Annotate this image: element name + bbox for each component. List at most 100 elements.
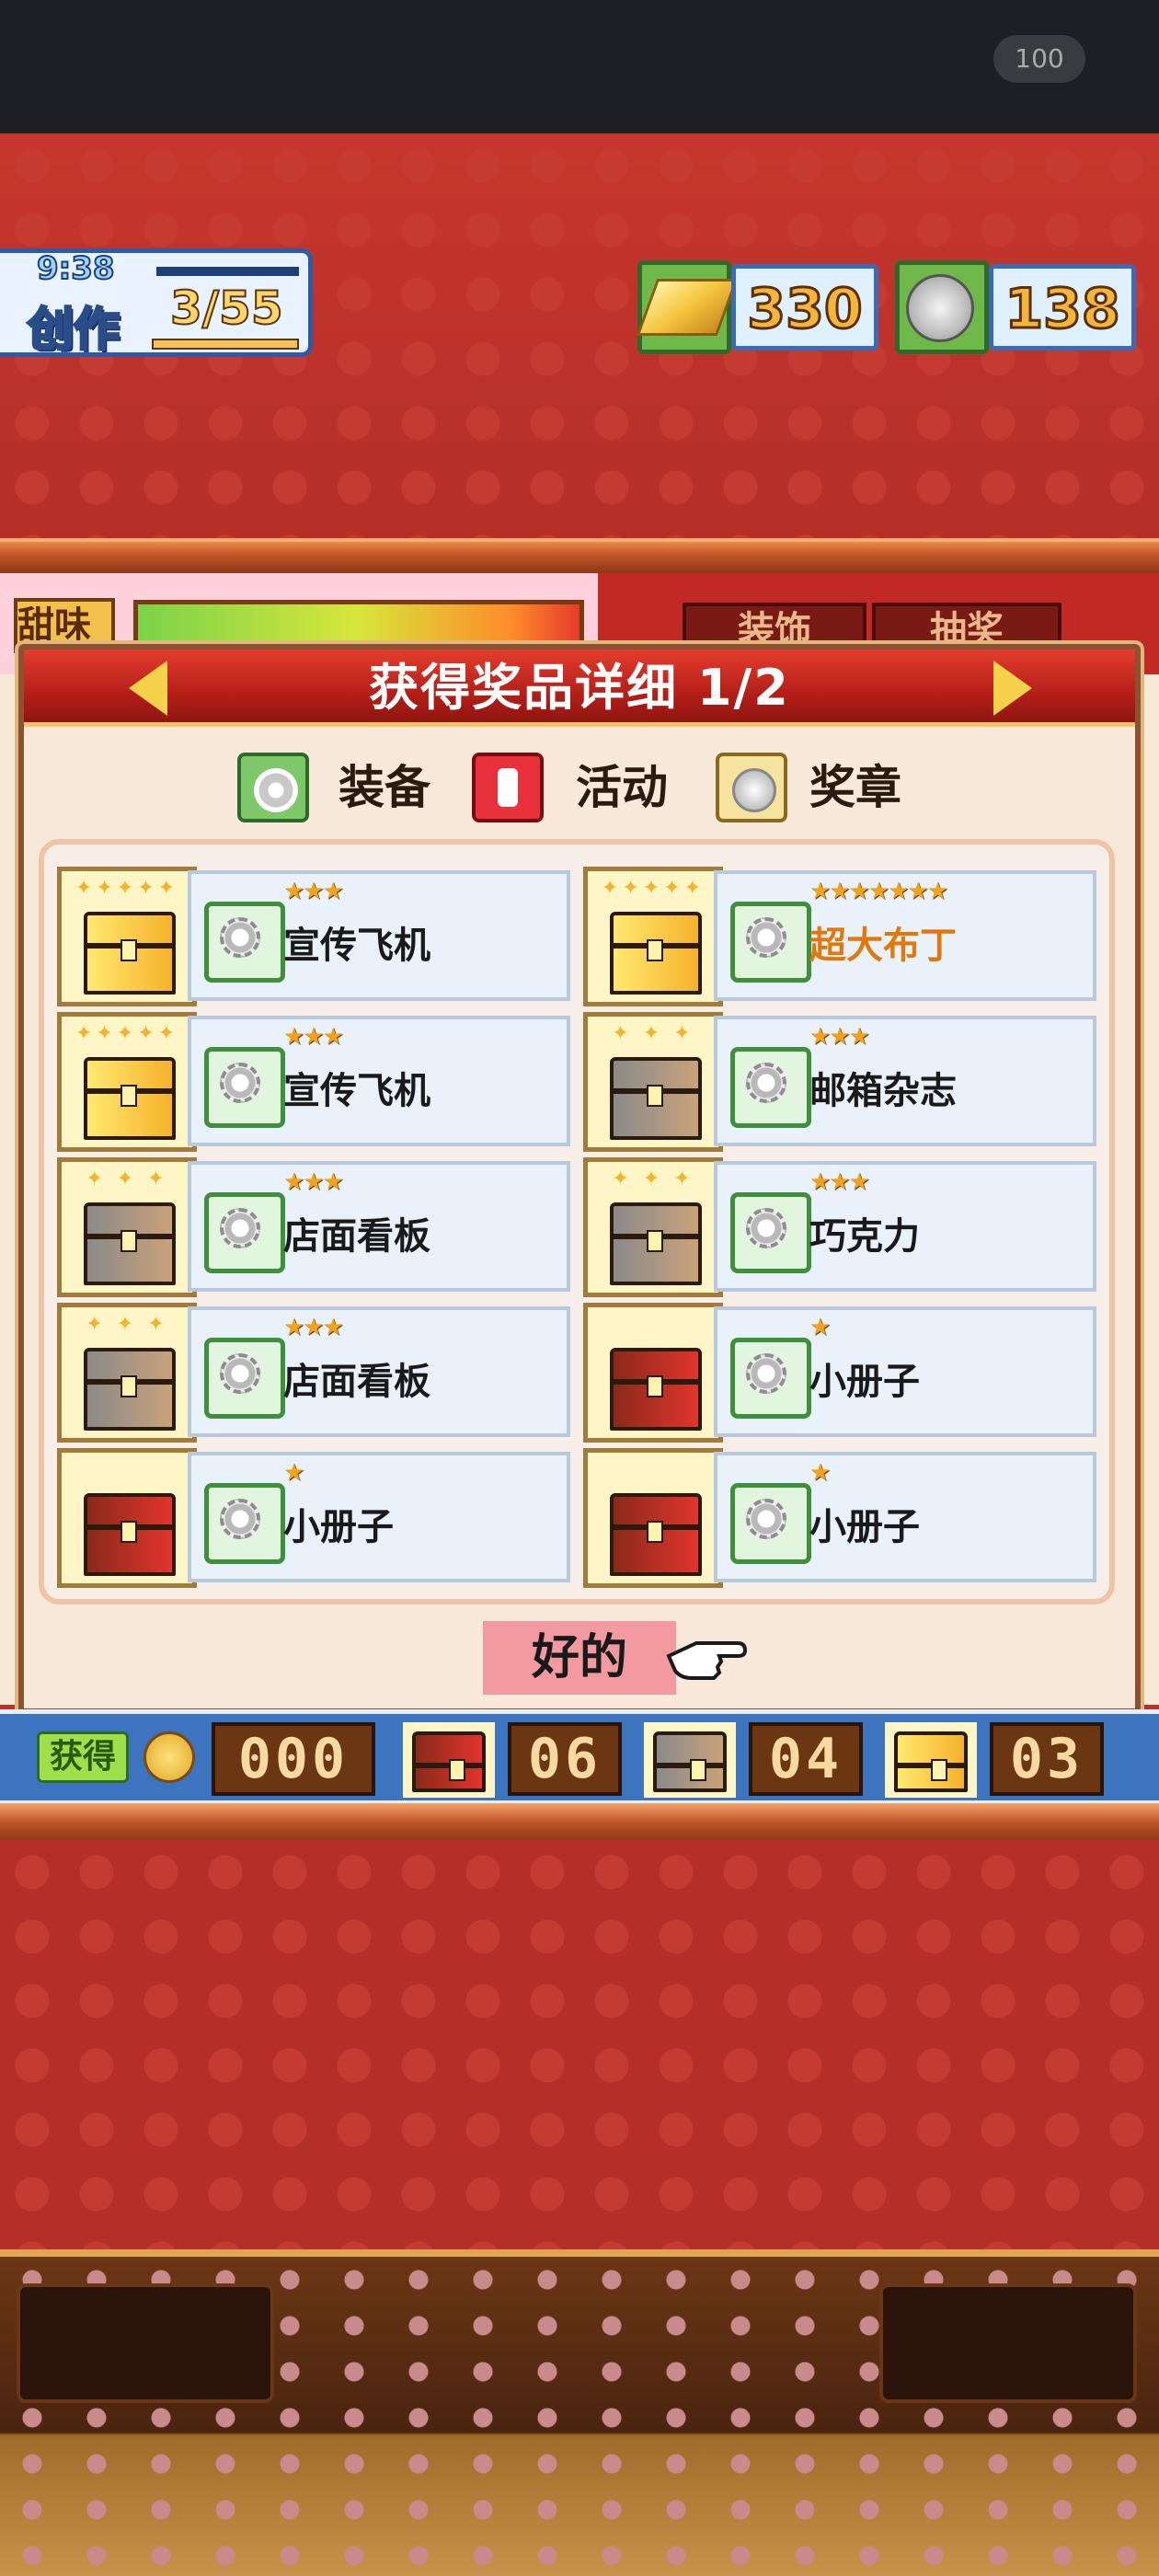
prize-info: ★★★★★★★ 超大布丁 (714, 870, 1096, 1001)
prize-info: ★★★ 宣传飞机 (188, 870, 570, 1001)
next-page-arrow-icon[interactable] (993, 661, 1032, 716)
medal-icon (906, 274, 974, 342)
flavor-gauge (133, 600, 584, 650)
silver-chest-count: 04 (749, 1722, 863, 1796)
equipment-gear-icon (730, 902, 811, 983)
prize-name: 小册子 (283, 1506, 394, 1548)
rarity-stars: ★ (809, 1459, 831, 1487)
counter-slot-left (17, 2283, 274, 2403)
lower-wallpaper (0, 1840, 1159, 2249)
rarity-stars: ★ (283, 1459, 304, 1487)
equipment-gear-icon (730, 1192, 811, 1273)
equipment-gear-icon (204, 902, 285, 983)
prize-name: 小册子 (809, 1361, 920, 1403)
bottom-shelf (0, 1803, 1159, 1840)
prize-name: 宣传飞机 (283, 1070, 430, 1112)
chest-icon-frame: ✦✦✦✦✦ (57, 867, 197, 1006)
equipment-gear-icon (204, 1483, 285, 1564)
sparkle-icon: ✦ ✦ ✦ (612, 1022, 694, 1045)
red-chest-icon (610, 1348, 702, 1431)
battery-indicator: 100 (993, 35, 1085, 83)
gold-chest-icon (84, 912, 176, 995)
ok-button[interactable]: 好的 (483, 1621, 676, 1695)
prize-card[interactable]: ★ 小册子 (583, 1448, 1098, 1588)
chest-icon-frame: ✦ ✦ ✦ (57, 1157, 197, 1297)
gold-chest-icon (84, 1057, 176, 1140)
chest-icon-frame: ✦✦✦✦✦ (57, 1012, 197, 1152)
gold-chest-count: 03 (990, 1722, 1104, 1796)
rarity-stars: ★★★★★★★ (809, 878, 948, 905)
prize-info: ★ 小册子 (188, 1452, 570, 1582)
prize-info: ★★★ 店面看板 (188, 1161, 570, 1292)
equipment-gear-icon (204, 1338, 285, 1419)
prize-card[interactable]: ✦ ✦ ✦ ★★★ 巧克力 (583, 1157, 1098, 1297)
rarity-stars: ★★★ (283, 1314, 344, 1341)
chest-icon-frame (583, 1303, 723, 1443)
status-bar (0, 0, 1159, 133)
silver-chest-icon (644, 1722, 736, 1798)
red-chest-count: 06 (508, 1722, 622, 1796)
create-timer-bar (156, 267, 299, 276)
gold-chest-icon (885, 1722, 977, 1798)
prize-card[interactable]: ✦ ✦ ✦ ★★★ 邮箱杂志 (583, 1012, 1098, 1152)
counter-slot-right (879, 2283, 1137, 2403)
pointing-hand-icon (666, 1641, 747, 1680)
prize-card[interactable]: ✦ ✦ ✦ ★★★ 店面看板 (57, 1157, 572, 1297)
medal-amount: 138 (989, 264, 1136, 351)
silver-chest-icon (84, 1348, 176, 1431)
gold-chest-icon (610, 912, 702, 995)
equipment-gear-icon (730, 1483, 811, 1564)
sparkle-icon: ✦✦✦✦✦ (601, 877, 706, 900)
prize-name: 巧克力 (809, 1215, 920, 1258)
prize-card[interactable]: ★ 小册子 (57, 1448, 572, 1588)
prize-info: ★ 小册子 (714, 1452, 1096, 1582)
prize-info: ★★★ 巧克力 (714, 1161, 1096, 1292)
chest-icon-frame (57, 1448, 197, 1588)
rarity-stars: ★★★ (283, 1023, 344, 1051)
sparkle-icon: ✦ ✦ ✦ (86, 1313, 168, 1336)
chest-icon-frame: ✦ ✦ ✦ (583, 1012, 723, 1152)
rarity-stars: ★★★ (809, 1023, 870, 1051)
chest-icon-frame (583, 1448, 723, 1588)
equipment-gear-icon (730, 1047, 811, 1128)
legend-equipment-label: 装备 (339, 761, 430, 814)
chest-icon-frame: ✦ ✦ ✦ (583, 1157, 723, 1297)
coin-count: 000 (212, 1722, 375, 1796)
event-exclamation-icon (472, 753, 544, 822)
prize-name: 超大布丁 (809, 925, 957, 967)
equipment-gear-icon (730, 1338, 811, 1419)
prize-name: 店面看板 (283, 1215, 430, 1258)
red-chest-icon (610, 1493, 702, 1576)
prev-page-arrow-icon[interactable] (129, 661, 167, 716)
prize-name: 邮箱杂志 (809, 1070, 957, 1112)
prize-info: ★★★ 邮箱杂志 (714, 1016, 1096, 1146)
chest-icon-frame: ✦✦✦✦✦ (583, 867, 723, 1006)
coin-icon (143, 1731, 195, 1783)
create-timer: 9:38 (36, 249, 116, 288)
sparkle-icon: ✦✦✦✦✦ (75, 877, 179, 900)
create-progress-bar (152, 339, 299, 350)
top-shelf (0, 538, 1159, 573)
prize-card[interactable]: ✦✦✦✦✦ ★★★ 宣传飞机 (57, 1012, 572, 1152)
obtained-label: 获得 (37, 1731, 129, 1783)
create-label: 创作 (27, 302, 121, 358)
prize-name: 店面看板 (283, 1361, 430, 1403)
equipment-gear-icon (204, 1192, 285, 1273)
legend-medal-label: 奖章 (809, 761, 901, 814)
equipment-gear-icon (204, 1047, 285, 1128)
red-chest-icon (84, 1493, 176, 1576)
rarity-stars: ★★★ (283, 878, 344, 905)
prize-card[interactable]: ✦✦✦✦✦ ★★★★★★★ 超大布丁 (583, 867, 1098, 1006)
prize-card[interactable]: ✦✦✦✦✦ ★★★ 宣传飞机 (57, 867, 572, 1006)
prize-name: 小册子 (809, 1506, 920, 1548)
prize-name: 宣传飞机 (283, 925, 430, 967)
prize-card[interactable]: ✦ ✦ ✦ ★★★ 店面看板 (57, 1303, 572, 1443)
dialog-title: 获得奖品详细 1/2 (369, 659, 790, 717)
rarity-stars: ★★★ (809, 1168, 870, 1196)
silver-chest-icon (610, 1202, 702, 1285)
prize-card[interactable]: ★ 小册子 (583, 1303, 1098, 1443)
rarity-stars: ★★★ (283, 1168, 344, 1196)
legend-event-label: 活动 (576, 761, 668, 814)
create-count: 3/55 (169, 281, 284, 336)
silver-chest-icon (610, 1057, 702, 1140)
